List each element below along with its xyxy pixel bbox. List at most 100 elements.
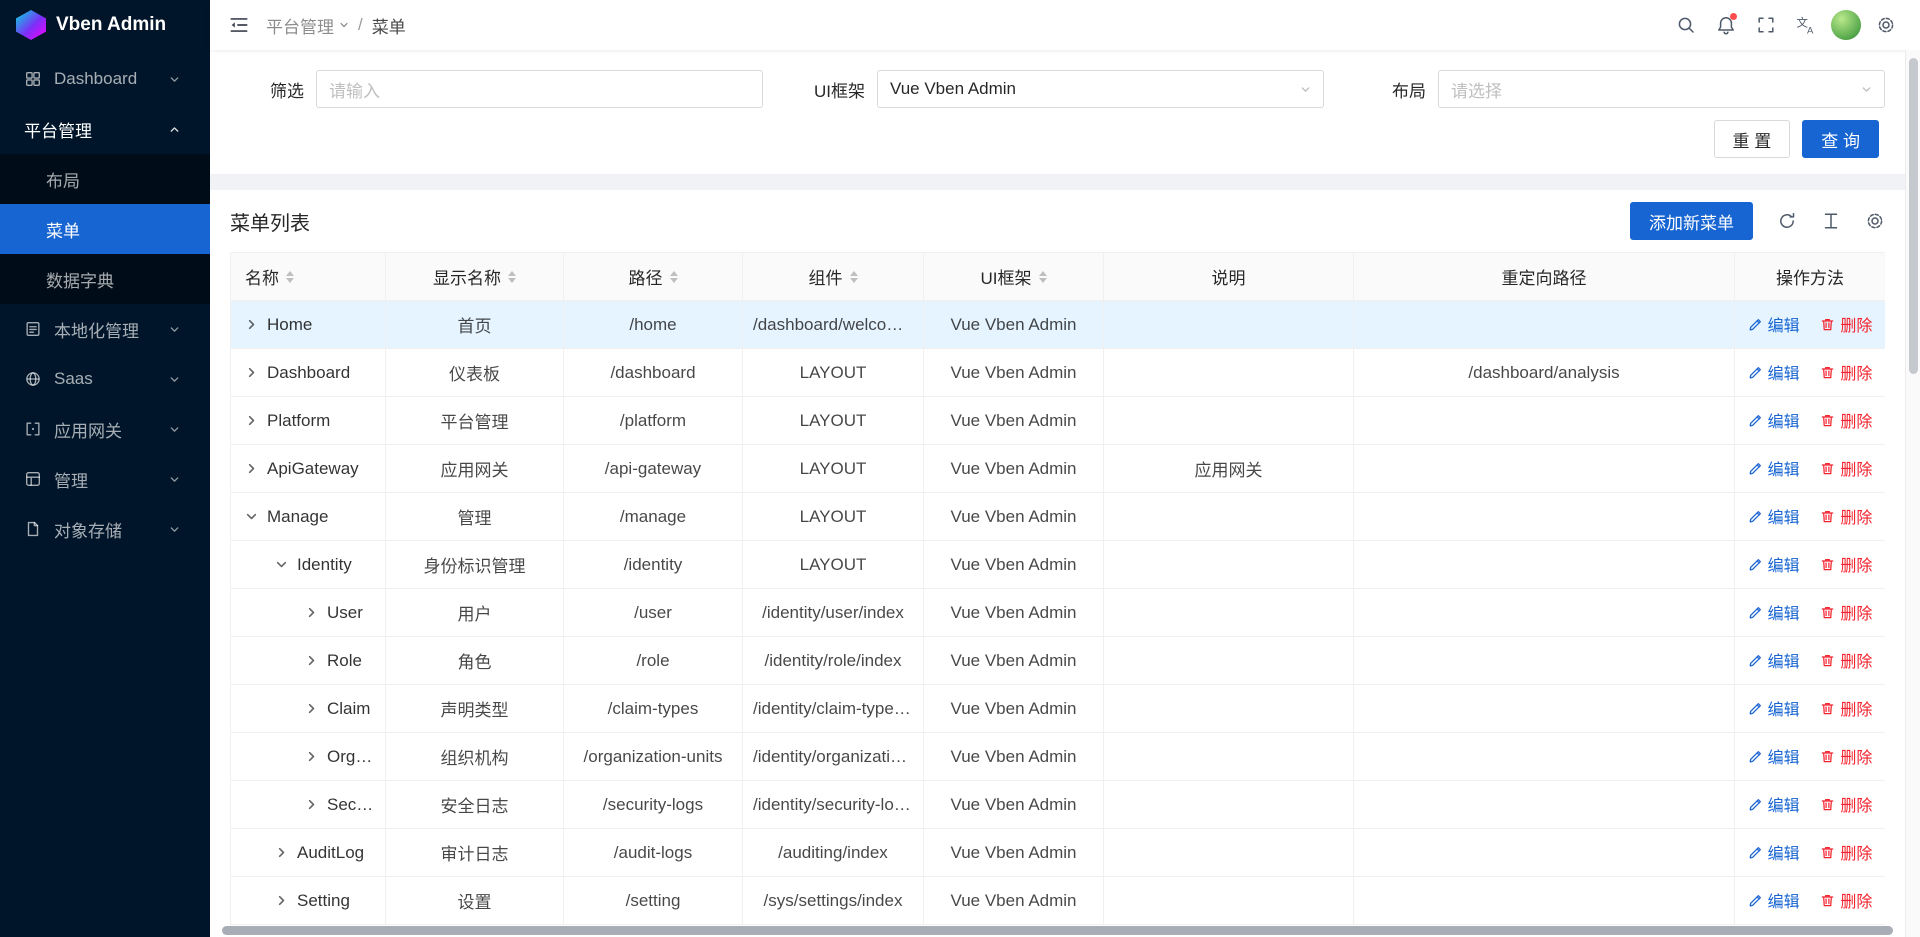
horizontal-scrollbar[interactable] — [222, 926, 1893, 935]
settings-gear-icon[interactable] — [1866, 0, 1906, 50]
user-avatar[interactable] — [1826, 0, 1866, 50]
refresh-icon[interactable] — [1777, 211, 1797, 231]
sort-icon[interactable] — [508, 271, 516, 283]
edit-link[interactable]: 编辑 — [1748, 888, 1800, 912]
horizontal-scrollbar-thumb[interactable] — [222, 926, 1893, 935]
menu-row-setting[interactable]: Setting 设置 /setting /sys/settings/index … — [231, 877, 1886, 925]
delete-link[interactable]: 删除 — [1820, 600, 1872, 624]
chevron-right-icon[interactable] — [275, 894, 288, 907]
chevron-right-icon[interactable] — [245, 366, 258, 379]
input-text: 请输入 — [329, 77, 750, 102]
column-header-ui-framework[interactable]: UI框架 — [924, 253, 1104, 301]
edit-link[interactable]: 编辑 — [1748, 840, 1800, 864]
menu-fold-icon[interactable] — [228, 14, 250, 36]
sidebar-item-dashboard[interactable]: Dashboard — [0, 54, 210, 104]
fullscreen-icon[interactable] — [1746, 0, 1786, 50]
sort-icon[interactable] — [850, 271, 858, 283]
menu-row-manage[interactable]: Manage 管理 /manage LAYOUT Vue Vben Admin … — [231, 493, 1886, 541]
column-header-component[interactable]: 组件 — [743, 253, 924, 301]
sidebar-item-menu[interactable]: 菜单 — [0, 204, 210, 254]
edit-link[interactable]: 编辑 — [1748, 312, 1800, 336]
chevron-right-icon[interactable] — [245, 318, 258, 331]
delete-link[interactable]: 删除 — [1820, 504, 1872, 528]
table-settings-icon[interactable] — [1865, 211, 1885, 231]
app-logo[interactable]: Vben Admin — [0, 0, 210, 50]
sort-icon[interactable] — [1039, 271, 1047, 283]
column-header-path[interactable]: 路径 — [564, 253, 743, 301]
menu-row-security[interactable]: Security... 安全日志 /security-logs /identit… — [231, 781, 1886, 829]
sidebar-item-platform-management[interactable]: 平台管理 — [0, 104, 210, 154]
menu-row-identity[interactable]: Identity 身份标识管理 /identity LAYOUT Vue Vbe… — [231, 541, 1886, 589]
sidebar-item-app-gateway[interactable]: 应用网关 — [0, 404, 210, 454]
language-icon[interactable]: 文A — [1786, 0, 1826, 50]
chevron-right-icon[interactable] — [305, 606, 318, 619]
menu-redirect-path: /dashboard/analysis — [1354, 349, 1735, 397]
menu-row-role[interactable]: Role 角色 /role /identity/role/index Vue V… — [231, 637, 1886, 685]
chevron-right-icon[interactable] — [305, 750, 318, 763]
pencil-icon — [1748, 365, 1763, 380]
search-icon[interactable] — [1666, 0, 1706, 50]
delete-link[interactable]: 删除 — [1820, 360, 1872, 384]
menu-row-user[interactable]: User 用户 /user /identity/user/index Vue V… — [231, 589, 1886, 637]
chevron-right-icon[interactable] — [275, 846, 288, 859]
breadcrumb-item-菜单[interactable]: 菜单 — [372, 13, 406, 38]
sidebar-item-localization[interactable]: 本地化管理 — [0, 304, 210, 354]
notification-bell-icon[interactable] — [1706, 0, 1746, 50]
row-height-icon[interactable] — [1821, 211, 1841, 231]
delete-link[interactable]: 删除 — [1820, 552, 1872, 576]
menu-row-organiz[interactable]: Organiz... 组织机构 /organization-units /ide… — [231, 733, 1886, 781]
sidebar-item-data-dictionary[interactable]: 数据字典 — [0, 254, 210, 304]
edit-link[interactable]: 编辑 — [1748, 696, 1800, 720]
menu-row-platform[interactable]: Platform 平台管理 /platform LAYOUT Vue Vben … — [231, 397, 1886, 445]
edit-link[interactable]: 编辑 — [1748, 792, 1800, 816]
chevron-right-icon[interactable] — [305, 798, 318, 811]
chevron-right-icon[interactable] — [245, 462, 258, 475]
menu-row-dashboard[interactable]: Dashboard 仪表板 /dashboard LAYOUT Vue Vben… — [231, 349, 1886, 397]
column-header-display-name[interactable]: 显示名称 — [386, 253, 564, 301]
edit-link[interactable]: 编辑 — [1748, 456, 1800, 480]
menu-display-name: 平台管理 — [386, 397, 564, 445]
delete-link[interactable]: 删除 — [1820, 648, 1872, 672]
sort-icon[interactable] — [286, 271, 294, 283]
sidebar-item-object-storage[interactable]: 对象存储 — [0, 504, 210, 554]
edit-link[interactable]: 编辑 — [1748, 360, 1800, 384]
vertical-scrollbar-thumb[interactable] — [1909, 58, 1918, 374]
sidebar-item-saas[interactable]: Saas — [0, 354, 210, 404]
edit-link[interactable]: 编辑 — [1748, 552, 1800, 576]
menu-row-auditlog[interactable]: AuditLog 审计日志 /audit-logs /auditing/inde… — [231, 829, 1886, 877]
layout-select[interactable]: 请选择 — [1438, 70, 1885, 108]
delete-link[interactable]: 删除 — [1820, 744, 1872, 768]
search-button[interactable]: 查 询 — [1802, 120, 1879, 158]
menu-description — [1104, 541, 1354, 589]
chevron-right-icon[interactable] — [305, 654, 318, 667]
add-menu-button[interactable]: 添加新菜单 — [1630, 202, 1753, 240]
edit-link[interactable]: 编辑 — [1748, 744, 1800, 768]
edit-link[interactable]: 编辑 — [1748, 648, 1800, 672]
edit-link[interactable]: 编辑 — [1748, 504, 1800, 528]
delete-link[interactable]: 删除 — [1820, 408, 1872, 432]
chevron-down-icon[interactable] — [245, 510, 258, 523]
sidebar-item-layout[interactable]: 布局 — [0, 154, 210, 204]
chevron-right-icon[interactable] — [245, 414, 258, 427]
breadcrumb-item-平台管理[interactable]: 平台管理 — [266, 13, 349, 38]
column-header-name[interactable]: 名称 — [231, 253, 386, 301]
vertical-scrollbar[interactable] — [1905, 50, 1920, 937]
chevron-right-icon[interactable] — [305, 702, 318, 715]
sort-icon[interactable] — [670, 271, 678, 283]
menu-row-apigateway[interactable]: ApiGateway 应用网关 /api-gateway LAYOUT Vue … — [231, 445, 1886, 493]
delete-link[interactable]: 删除 — [1820, 888, 1872, 912]
delete-link[interactable]: 删除 — [1820, 696, 1872, 720]
menu-row-home[interactable]: Home 首页 /home /dashboard/welcome/in... V… — [231, 301, 1886, 349]
edit-link[interactable]: 编辑 — [1748, 408, 1800, 432]
delete-link[interactable]: 删除 — [1820, 792, 1872, 816]
menu-row-claim[interactable]: Claim 声明类型 /claim-types /identity/claim-… — [231, 685, 1886, 733]
chevron-down-icon[interactable] — [275, 558, 288, 571]
edit-link[interactable]: 编辑 — [1748, 600, 1800, 624]
reset-button[interactable]: 重 置 — [1714, 120, 1791, 158]
ui-framework-select[interactable]: Vue Vben Admin — [877, 70, 1324, 108]
delete-link[interactable]: 删除 — [1820, 312, 1872, 336]
delete-link[interactable]: 删除 — [1820, 840, 1872, 864]
sidebar-item-manage[interactable]: 管理 — [0, 454, 210, 504]
delete-link[interactable]: 删除 — [1820, 456, 1872, 480]
filter-input[interactable]: 请输入 — [316, 70, 763, 108]
